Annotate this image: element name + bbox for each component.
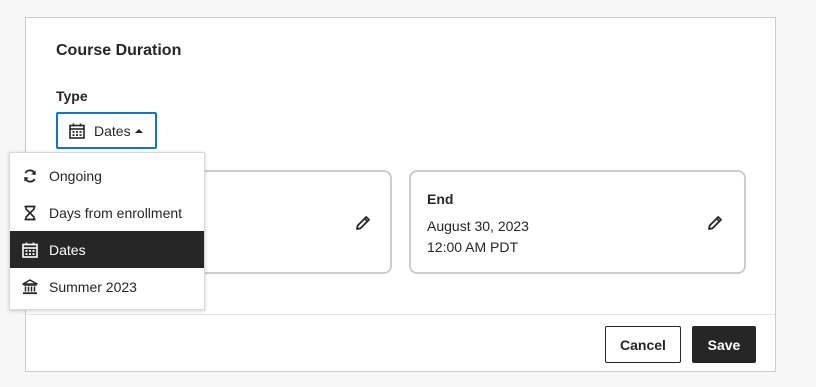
pencil-icon[interactable] (354, 214, 372, 232)
type-dropdown-button[interactable]: Dates (56, 112, 157, 149)
institution-icon (21, 278, 39, 296)
pencil-icon[interactable] (706, 214, 724, 232)
dropdown-item-label: Summer 2023 (49, 278, 137, 295)
cancel-button[interactable]: Cancel (605, 326, 681, 363)
dropdown-item-summer-2023[interactable]: Summer 2023 (10, 268, 204, 305)
end-date-card: End August 30, 2023 12:00 AM PDT (409, 170, 746, 274)
calendar-icon (69, 123, 85, 139)
type-label: Type (56, 88, 88, 104)
dropdown-item-days-from-enrollment[interactable]: Days from enrollment (10, 194, 204, 231)
end-card-title: End (427, 191, 454, 207)
refresh-icon (21, 167, 39, 185)
save-button[interactable]: Save (692, 326, 756, 363)
calendar-icon (21, 241, 39, 259)
dropdown-item-ongoing[interactable]: Ongoing (10, 157, 204, 194)
dropdown-item-dates[interactable]: Dates (10, 231, 204, 268)
hourglass-icon (21, 204, 39, 222)
type-selected-label: Dates (94, 122, 131, 139)
dropdown-item-label: Ongoing (49, 167, 102, 184)
dropdown-item-label: Dates (49, 241, 86, 258)
section-title: Course Duration (56, 42, 182, 59)
dropdown-item-label: Days from enrollment (49, 204, 183, 221)
end-time-value: 12:00 AM PDT (427, 239, 519, 255)
caret-up-icon (134, 128, 143, 134)
footer-divider (26, 314, 775, 315)
type-dropdown-menu: Ongoing Days from enrollment Dates Summe… (9, 152, 205, 310)
end-date-value: August 30, 2023 (427, 218, 529, 234)
